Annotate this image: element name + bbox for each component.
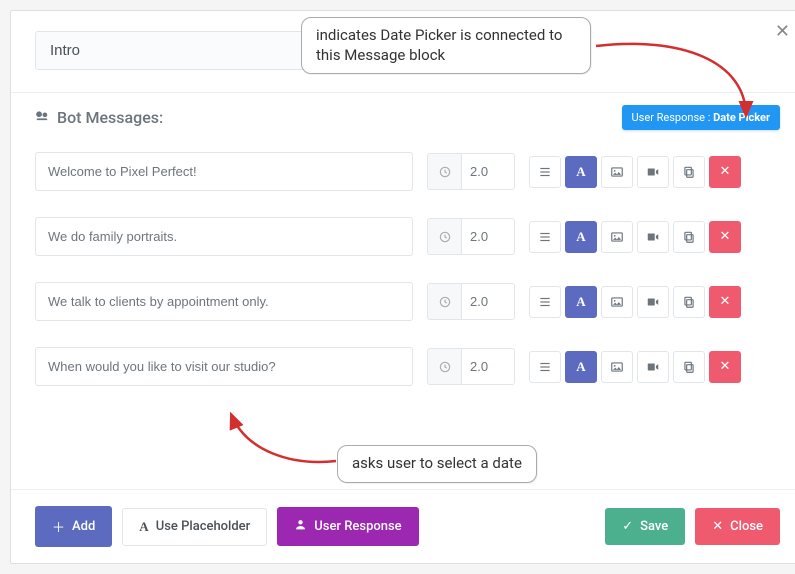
- clock-icon: [427, 283, 461, 320]
- message-text-input[interactable]: [35, 347, 413, 386]
- image-icon[interactable]: [601, 221, 633, 253]
- delete-button[interactable]: ✕: [709, 221, 741, 253]
- message-row: A✕: [35, 347, 780, 386]
- image-icon[interactable]: [601, 351, 633, 383]
- clock-icon: [427, 218, 461, 255]
- delay-input[interactable]: [461, 283, 515, 320]
- text-type-button[interactable]: A: [565, 221, 597, 253]
- delay-group: [427, 348, 515, 385]
- delay-input[interactable]: [461, 153, 515, 190]
- save-button[interactable]: ✓ Save: [605, 508, 685, 545]
- message-toolbar: A✕: [529, 156, 741, 188]
- bot-message-editor-dialog: ✕ Bot Messages: User Response : Date Pic…: [10, 10, 795, 564]
- message-row: A✕: [35, 282, 780, 321]
- list-icon[interactable]: [529, 286, 561, 318]
- list-icon[interactable]: [529, 351, 561, 383]
- video-icon[interactable]: [637, 286, 669, 318]
- message-text-input[interactable]: [35, 152, 413, 191]
- dialog-footer: ＋ Add A Use Placeholder User Response ✓ …: [11, 489, 795, 563]
- plus-icon: ＋: [52, 517, 65, 536]
- message-text-input[interactable]: [35, 282, 413, 321]
- delay-group: [427, 153, 515, 190]
- block-title-input[interactable]: [35, 31, 315, 70]
- copy-icon[interactable]: [673, 221, 705, 253]
- user-response-badge[interactable]: User Response : Date Picker: [622, 105, 780, 130]
- close-icon: ✕: [712, 519, 723, 534]
- list-icon[interactable]: [529, 156, 561, 188]
- chat-icon: [35, 108, 49, 127]
- image-icon[interactable]: [601, 286, 633, 318]
- message-text-input[interactable]: [35, 217, 413, 256]
- list-icon[interactable]: [529, 221, 561, 253]
- copy-icon[interactable]: [673, 156, 705, 188]
- use-placeholder-button[interactable]: A Use Placeholder: [122, 508, 267, 546]
- text-type-button[interactable]: A: [565, 156, 597, 188]
- delete-button[interactable]: ✕: [709, 156, 741, 188]
- section-title: Bot Messages:: [57, 108, 163, 127]
- close-icon[interactable]: ✕: [775, 21, 790, 42]
- delete-button[interactable]: ✕: [709, 351, 741, 383]
- image-icon[interactable]: [601, 156, 633, 188]
- delete-button[interactable]: ✕: [709, 286, 741, 318]
- clock-icon: [427, 153, 461, 190]
- copy-icon[interactable]: [673, 351, 705, 383]
- message-toolbar: A✕: [529, 221, 741, 253]
- section-header: Bot Messages: User Response : Date Picke…: [35, 105, 780, 130]
- add-button[interactable]: ＋ Add: [35, 506, 112, 547]
- video-icon[interactable]: [637, 351, 669, 383]
- check-icon: ✓: [622, 519, 633, 534]
- message-toolbar: A✕: [529, 286, 741, 318]
- text-type-button[interactable]: A: [565, 286, 597, 318]
- user-icon: [294, 518, 307, 535]
- delay-group: [427, 218, 515, 255]
- font-icon: A: [139, 519, 148, 535]
- user-response-button[interactable]: User Response: [277, 507, 418, 546]
- annotation-callout-bottom: asks user to select a date: [337, 445, 537, 483]
- annotation-callout-top: indicates Date Picker is connected to th…: [301, 17, 591, 74]
- text-type-button[interactable]: A: [565, 351, 597, 383]
- delay-input[interactable]: [461, 348, 515, 385]
- copy-icon[interactable]: [673, 286, 705, 318]
- video-icon[interactable]: [637, 221, 669, 253]
- message-toolbar: A✕: [529, 351, 741, 383]
- close-button[interactable]: ✕ Close: [695, 508, 780, 545]
- delay-input[interactable]: [461, 218, 515, 255]
- message-row: A✕: [35, 217, 780, 256]
- clock-icon: [427, 348, 461, 385]
- dialog-body: Bot Messages: User Response : Date Picke…: [11, 93, 795, 489]
- delay-group: [427, 283, 515, 320]
- message-row: A✕: [35, 152, 780, 191]
- video-icon[interactable]: [637, 156, 669, 188]
